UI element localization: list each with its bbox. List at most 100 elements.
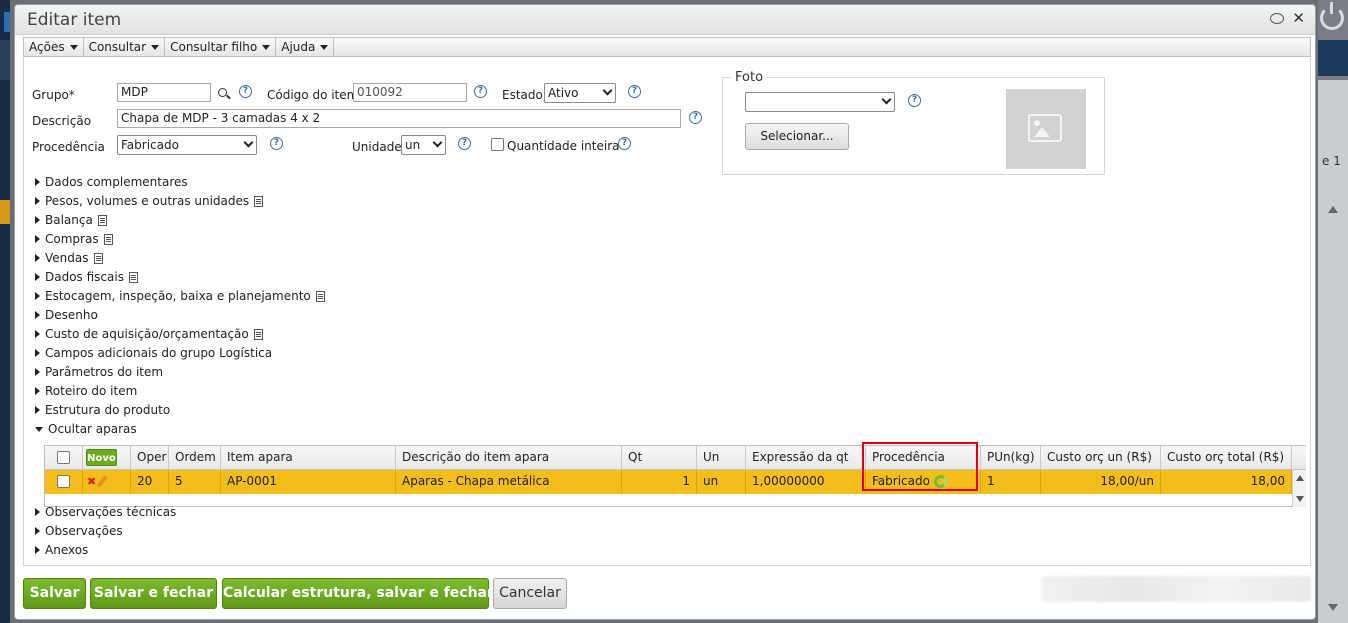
cell-qt[interactable]: 1 <box>622 470 697 494</box>
section-roteiro-item[interactable]: Roteiro do item <box>35 382 137 400</box>
section-estrutura-produto[interactable]: Estrutura do produto <box>35 401 170 419</box>
cell-ordem[interactable]: 5 <box>169 470 221 494</box>
calcular-estrutura-button[interactable]: Calcular estrutura, salvar e fechar <box>222 578 494 609</box>
col-header-custo-total[interactable]: Custo orç total (R$) <box>1161 446 1292 470</box>
cell-expressao[interactable]: 1,00000000 <box>746 470 866 494</box>
section-vendas[interactable]: Vendas <box>35 249 103 267</box>
salvar-button[interactable]: Salvar <box>23 578 86 609</box>
help-icon[interactable]: ? <box>270 137 283 150</box>
descricao-input[interactable]: Chapa de MDP - 3 camadas 4 x 2 <box>117 109 681 128</box>
section-dados-fiscais[interactable]: Dados fiscais <box>35 268 138 286</box>
col-header-descricao[interactable]: Descrição do item apara <box>396 446 622 470</box>
menu-acoes[interactable]: Ações <box>24 38 84 56</box>
background-app-left <box>0 0 10 623</box>
cell-custo-un[interactable]: 18,00/un <box>1041 470 1161 494</box>
expand-arrow-icon <box>35 406 40 414</box>
edit-pencil-icon[interactable] <box>96 475 108 488</box>
section-label: Estrutura do produto <box>45 403 171 417</box>
cell-item-apara[interactable]: AP-0001 <box>221 470 396 494</box>
help-icon[interactable]: ? <box>628 85 641 98</box>
power-icon[interactable] <box>1320 2 1344 30</box>
procedencia-highlight-box <box>862 442 978 491</box>
help-icon[interactable]: ? <box>239 85 252 98</box>
section-label: Campos adicionais do grupo Logística <box>45 346 273 360</box>
section-pesos-volumes[interactable]: Pesos, volumes e outras unidades <box>35 192 264 210</box>
photo-placeholder <box>1006 89 1086 169</box>
salvar-fechar-button[interactable]: Salvar e fechar <box>90 578 217 609</box>
section-label: Balança <box>45 213 93 227</box>
col-header-qt[interactable]: Qt <box>622 446 697 470</box>
cell-custo-total[interactable]: 18,00 <box>1161 470 1292 494</box>
section-observacoes[interactable]: Observações <box>35 522 123 540</box>
menu-consultar[interactable]: Consultar <box>84 38 166 56</box>
col-header-pun[interactable]: PUn(kg) <box>981 446 1041 470</box>
procedencia-select[interactable]: Fabricado <box>117 135 257 155</box>
search-icon[interactable] <box>218 88 227 97</box>
dialog-titlebar: Editar item ✕ <box>15 5 1315 35</box>
unidade-select[interactable]: un <box>401 135 446 155</box>
novo-button[interactable]: Novo <box>86 449 117 466</box>
help-icon[interactable]: ? <box>689 111 702 124</box>
grupo-input[interactable]: MDP <box>117 83 211 102</box>
section-balanca[interactable]: Balança <box>35 211 107 229</box>
section-estocagem[interactable]: Estocagem, inspeção, baixa e planejament… <box>35 287 325 305</box>
cell-pun[interactable]: 1 <box>981 470 1041 494</box>
menu-ajuda[interactable]: Ajuda <box>276 38 335 56</box>
section-parametros-item[interactable]: Parâmetros do item <box>35 363 163 381</box>
section-campos-adicionais[interactable]: Campos adicionais do grupo Logística <box>35 344 272 362</box>
estado-select[interactable]: Ativo <box>544 83 616 103</box>
section-label: Observações <box>45 524 123 538</box>
cell-descricao[interactable]: Aparas - Chapa metálica <box>396 470 622 494</box>
grid-scrollbar[interactable] <box>1292 470 1306 507</box>
col-header-item-apara[interactable]: Item apara <box>221 446 396 470</box>
col-header-ordem[interactable]: Ordem <box>169 446 221 470</box>
section-label: Ocultar aparas <box>48 422 137 436</box>
section-custo-aquisicao[interactable]: Custo de aquisição/orçamentação <box>35 325 263 343</box>
help-icon[interactable]: ? <box>908 94 921 107</box>
cell-un[interactable]: un <box>697 470 746 494</box>
delete-icon[interactable]: ✖ <box>87 476 96 487</box>
chat-icon[interactable] <box>1270 12 1285 24</box>
blurred-status-area <box>1041 576 1311 602</box>
col-header-oper[interactable]: Oper <box>131 446 169 470</box>
row-checkbox[interactable] <box>57 475 70 488</box>
section-anexos[interactable]: Anexos <box>35 541 88 559</box>
grid-header-scroll-spacer <box>1292 446 1306 470</box>
section-label: Custo de aquisição/orçamentação <box>45 327 249 341</box>
selecionar-foto-button[interactable]: Selecionar... <box>745 123 849 150</box>
help-icon[interactable]: ? <box>458 137 471 150</box>
section-label: Dados complementares <box>45 175 188 189</box>
quantidade-inteira-checkbox[interactable] <box>491 138 504 151</box>
section-compras[interactable]: Compras <box>35 230 113 248</box>
help-icon[interactable]: ? <box>618 137 631 150</box>
cell-oper[interactable]: 20 <box>131 470 169 494</box>
col-header-custo-un[interactable]: Custo orç un (R$) <box>1041 446 1161 470</box>
background-scroll-down-icon[interactable] <box>1328 604 1338 611</box>
unidade-label: Unidade <box>352 140 402 154</box>
chevron-down-icon <box>243 137 254 148</box>
scroll-up-icon[interactable] <box>1296 475 1304 481</box>
quantidade-inteira-label: Quantidade inteira <box>507 139 620 153</box>
close-icon[interactable]: ✕ <box>1292 11 1305 26</box>
section-desenho[interactable]: Desenho <box>35 306 98 324</box>
menu-consultar-filho[interactable]: Consultar filho <box>165 38 277 56</box>
document-icon <box>254 195 264 207</box>
expand-arrow-icon <box>35 349 40 357</box>
section-dados-complementares[interactable]: Dados complementares <box>35 173 188 191</box>
col-header-un[interactable]: Un <box>697 446 746 470</box>
expand-arrow-icon <box>35 330 40 338</box>
section-observacoes-tecnicas[interactable]: Observações técnicas <box>35 503 176 521</box>
background-scroll-up-icon[interactable] <box>1328 206 1338 213</box>
cancelar-button[interactable]: Cancelar <box>493 578 567 609</box>
expand-arrow-icon <box>35 254 40 262</box>
codigo-input[interactable]: 010092 <box>353 83 467 102</box>
section-label: Roteiro do item <box>45 384 138 398</box>
document-icon <box>253 328 263 340</box>
table-row[interactable]: ✖ 20 5 AP-0001 Aparas - Chapa metálica 1… <box>45 470 1292 494</box>
col-header-expressao[interactable]: Expressão da qt <box>746 446 866 470</box>
help-icon[interactable]: ? <box>474 85 487 98</box>
foto-select[interactable] <box>745 92 895 112</box>
section-ocultar-aparas[interactable]: Ocultar aparas <box>35 420 137 438</box>
scroll-down-icon[interactable] <box>1296 496 1304 502</box>
select-all-checkbox[interactable] <box>57 451 70 464</box>
